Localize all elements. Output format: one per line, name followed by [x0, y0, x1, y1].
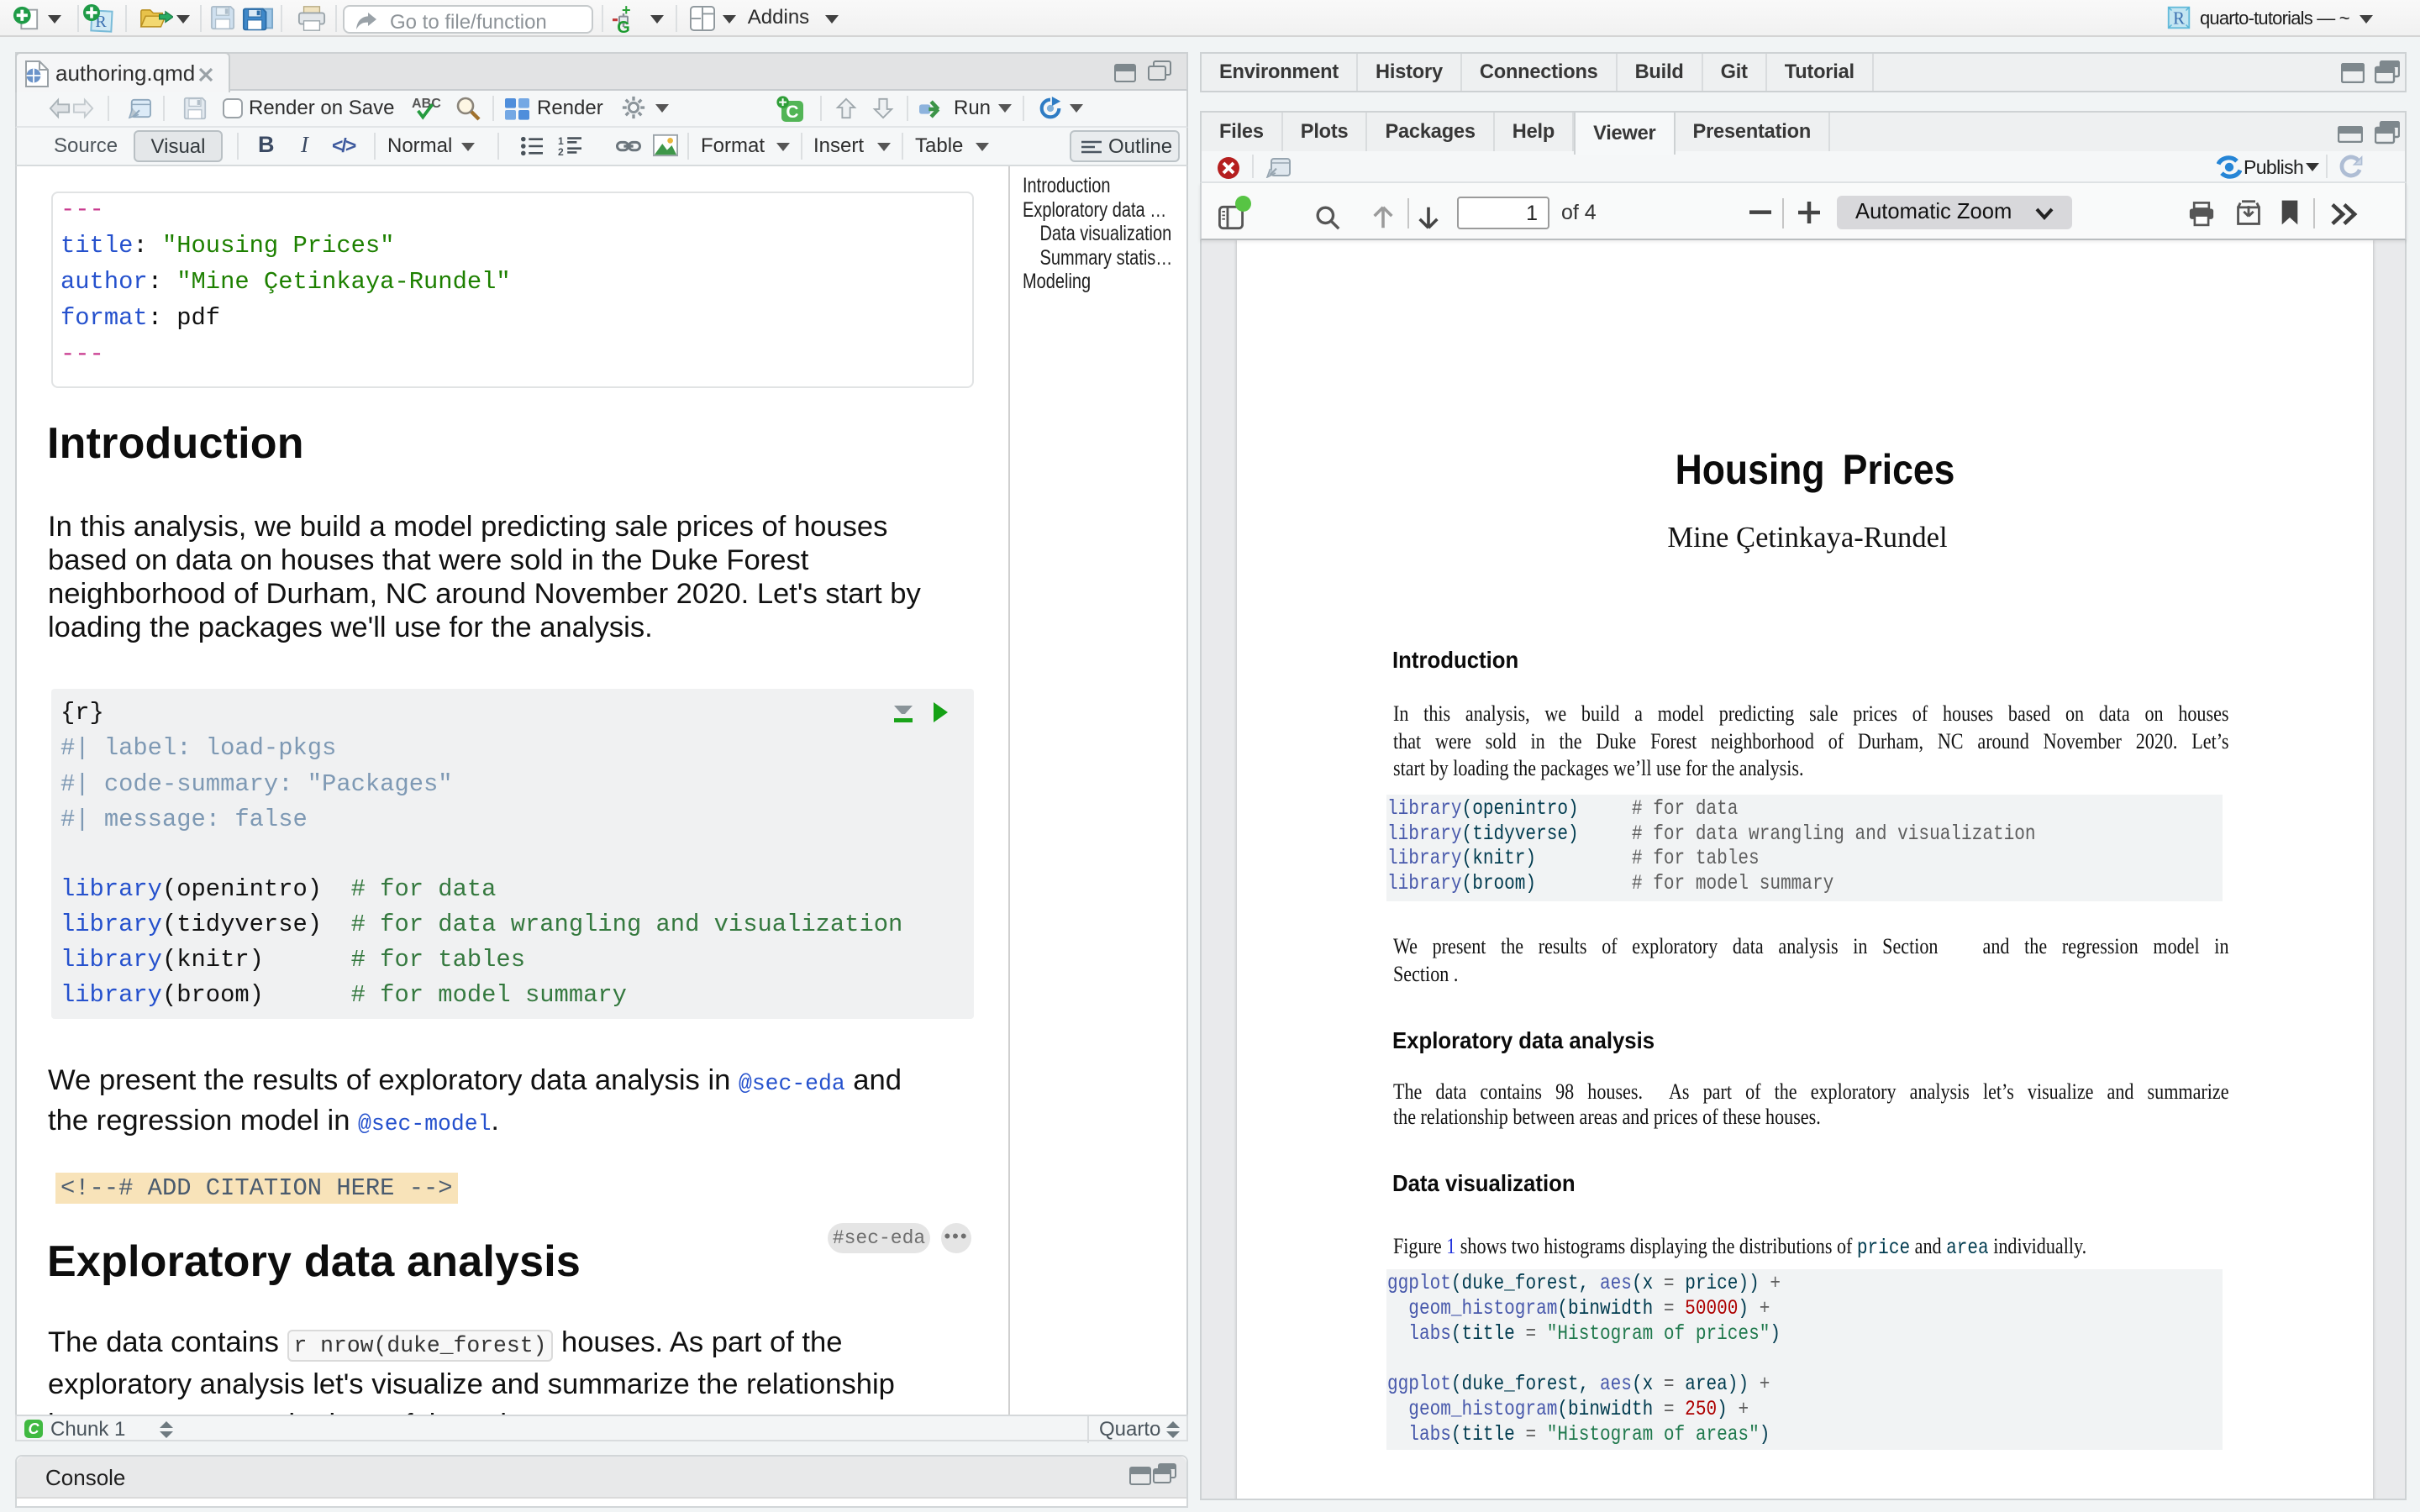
svg-text:1: 1 [558, 135, 564, 147]
svg-text:ABC: ABC [412, 96, 441, 111]
svg-text:2: 2 [558, 146, 564, 156]
svg-text:G: G [617, 18, 630, 34]
svg-text:C: C [786, 102, 798, 122]
svg-text:R: R [2173, 9, 2185, 29]
